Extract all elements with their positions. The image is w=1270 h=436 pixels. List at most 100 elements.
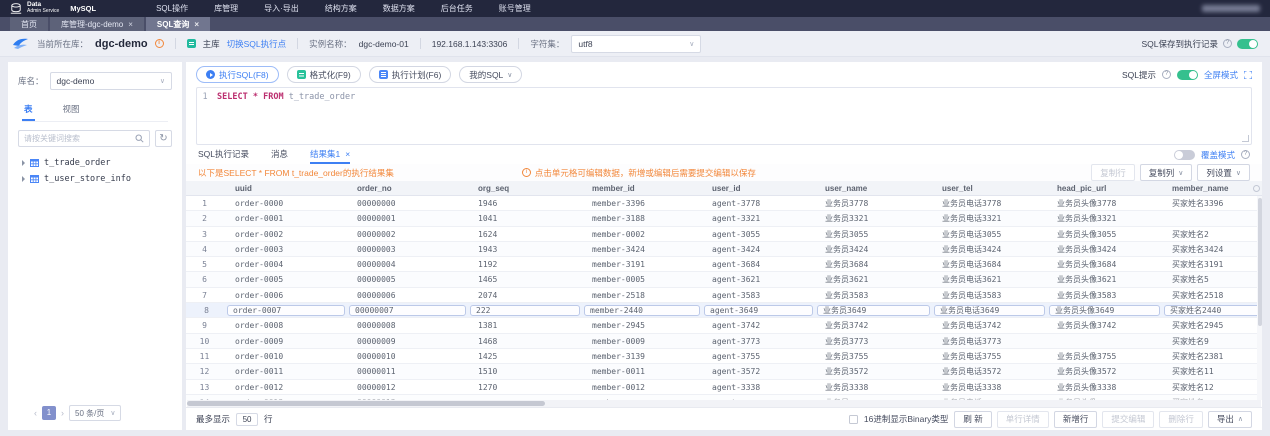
table-cell[interactable]: agent-3778	[700, 196, 813, 210]
table-cell[interactable]: 业务员头像3321	[1045, 211, 1160, 225]
table-cell[interactable]	[1160, 211, 1262, 225]
table-cell[interactable]: 1510	[466, 364, 580, 378]
close-icon[interactable]: ×	[345, 149, 350, 159]
next-page-icon[interactable]: ›	[61, 408, 64, 418]
table-cell[interactable]: 业务员头像3778	[1045, 196, 1160, 210]
table-cell[interactable]: 00000006	[345, 288, 466, 302]
footer-button[interactable]: 导出 ∧	[1207, 410, 1252, 428]
table-cell[interactable]: 业务员3424	[813, 242, 930, 256]
table-cell[interactable]: 00000011	[345, 364, 466, 378]
table-cell[interactable]: member-2945	[580, 318, 700, 332]
copy-row-button[interactable]: 复制行	[1091, 164, 1135, 181]
gear-icon[interactable]	[1253, 185, 1260, 192]
table-cell[interactable]: 业务员3742	[813, 318, 930, 332]
nav-menu-item[interactable]: 后台任务	[441, 3, 473, 14]
prev-page-icon[interactable]: ‹	[34, 408, 37, 418]
table-cell[interactable]: member-3396	[580, 196, 700, 210]
table-cell[interactable]: 业务员电话3773	[930, 334, 1045, 348]
format-sql-button[interactable]: 格式化(F9)	[286, 66, 361, 83]
table-cell[interactable]: 1041	[466, 211, 580, 225]
table-cell[interactable]: 业务员电话3321	[930, 211, 1045, 225]
table-cell[interactable]: 业务员3778	[813, 196, 930, 210]
table-cell[interactable]: 00000007	[345, 303, 466, 317]
app-tab[interactable]: SQL查询 ×	[145, 17, 211, 31]
refresh-icon[interactable]: ↻	[155, 130, 172, 147]
help-icon[interactable]: ?	[1241, 150, 1250, 159]
result-tab[interactable]: 结果集1 ×	[310, 145, 351, 164]
table-cell[interactable]: member-0002	[580, 227, 700, 241]
help-icon[interactable]: ?	[1223, 39, 1232, 48]
nav-menu-item[interactable]: 结构方案	[325, 3, 357, 14]
cell-edit-box[interactable]: 业务员头像3649	[1049, 304, 1160, 317]
column-header[interactable]: org_seq	[466, 181, 580, 195]
table-row[interactable]: 12 order-0011 00000011 1510 member-0011 agent…	[186, 364, 1262, 380]
table-cell[interactable]: agent-3742	[700, 318, 813, 332]
table-row[interactable]: 2 order-0001 00000001 1041 member-3188 agent-…	[186, 211, 1262, 227]
table-cell[interactable]: 业务员3755	[813, 349, 930, 363]
table-cell[interactable]: 业务员3583	[813, 288, 930, 302]
vscroll-thumb[interactable]	[1257, 198, 1262, 326]
help-icon[interactable]: ?	[1161, 70, 1171, 79]
table-row[interactable]: 5 order-0004 00000004 1192 member-3191 agent-…	[186, 257, 1262, 273]
table-cell[interactable]: agent-3055	[700, 227, 813, 241]
page-size-select[interactable]: 50 条/页 ∨	[69, 405, 122, 421]
vertical-scrollbar[interactable]	[1257, 196, 1262, 400]
db-select[interactable]: dgc-demo ∨	[49, 72, 172, 90]
table-cell[interactable]: 业务员电话3621	[930, 272, 1045, 286]
close-icon[interactable]: ×	[194, 20, 199, 29]
user-account-blurred[interactable]	[1202, 5, 1260, 12]
save-to-history-toggle[interactable]	[1237, 38, 1258, 49]
table-row[interactable]: 9 order-0008 00000008 1381 member-2945 agent-…	[186, 318, 1262, 334]
table-cell[interactable]: 1468	[466, 334, 580, 348]
fullscreen-icon[interactable]	[1244, 70, 1252, 79]
table-row[interactable]: 4 order-0003 00000003 1943 member-3424 agent-…	[186, 241, 1262, 258]
table-cell[interactable]: 业务员头像3684	[1045, 257, 1160, 271]
table-tree-item[interactable]: t_user_store_info	[22, 171, 182, 187]
table-cell[interactable]: order-0000	[223, 196, 345, 210]
table-cell[interactable]: 买家姓名3396	[1160, 196, 1262, 210]
column-header[interactable]: order_no	[345, 181, 466, 195]
my-sql-dropdown[interactable]: 我的SQL ∨	[459, 66, 523, 83]
table-cell[interactable]: member-0005	[580, 272, 700, 286]
expand-arrow-icon[interactable]	[22, 176, 25, 182]
table-cell[interactable]: order-0002	[223, 227, 345, 241]
table-cell[interactable]: 业务员头像3055	[1045, 227, 1160, 241]
table-row[interactable]: 3 order-0002 00000002 1624 member-0002 agent-…	[186, 226, 1262, 242]
table-row[interactable]: 7 order-0006 00000006 2074 member-2518 agent-…	[186, 287, 1262, 304]
table-cell[interactable]: 买家姓名5	[1160, 272, 1262, 286]
table-cell[interactable]: 业务员头像3621	[1045, 272, 1160, 286]
table-cell[interactable]: 222	[466, 303, 580, 317]
overwrite-mode-label[interactable]: 覆盖模式	[1201, 149, 1235, 161]
search-icon[interactable]	[135, 134, 144, 143]
table-cell[interactable]: 买家姓名2381	[1160, 349, 1262, 363]
table-cell[interactable]: 业务员电话3649	[930, 303, 1045, 317]
tab-tables[interactable]: 表	[22, 100, 35, 121]
cell-edit-box[interactable]: member-2440	[584, 304, 700, 317]
table-cell[interactable]: member-2440	[580, 303, 700, 317]
table-cell[interactable]: agent-3621	[700, 272, 813, 286]
table-cell[interactable]: agent-3755	[700, 349, 813, 363]
footer-button[interactable]: 删除行	[1159, 410, 1203, 428]
footer-button[interactable]: 单行详情	[996, 410, 1049, 428]
table-cell[interactable]: 业务员电话3583	[930, 288, 1045, 302]
table-cell[interactable]: 1465	[466, 272, 580, 286]
table-cell[interactable]: order-0003	[223, 242, 345, 256]
table-cell[interactable]: 00000008	[345, 318, 466, 332]
table-cell[interactable]: 00000000	[345, 196, 466, 210]
table-cell[interactable]: 业务员3684	[813, 257, 930, 271]
table-cell[interactable]: 业务员3649	[813, 303, 930, 317]
table-cell[interactable]: 业务员电话3755	[930, 349, 1045, 363]
table-cell[interactable]: 买家姓名9	[1160, 334, 1262, 348]
cell-edit-box[interactable]: 买家姓名2440	[1164, 304, 1262, 317]
close-icon[interactable]: ×	[128, 20, 133, 29]
column-settings-button[interactable]: 列设置 ∨	[1197, 164, 1250, 181]
table-cell[interactable]: 业务员电话3742	[930, 318, 1045, 332]
table-cell[interactable]: 业务员3338	[813, 380, 930, 394]
table-cell[interactable]: order-0011	[223, 364, 345, 378]
table-cell[interactable]: 00000012	[345, 380, 466, 394]
table-tree-item[interactable]: t_trade_order	[22, 155, 182, 171]
nav-menu-item[interactable]: 库管理	[214, 3, 238, 14]
table-cell[interactable]: member-3191	[580, 257, 700, 271]
horizontal-scrollbar[interactable]	[187, 400, 1261, 407]
db-info-icon[interactable]: i	[154, 39, 164, 48]
